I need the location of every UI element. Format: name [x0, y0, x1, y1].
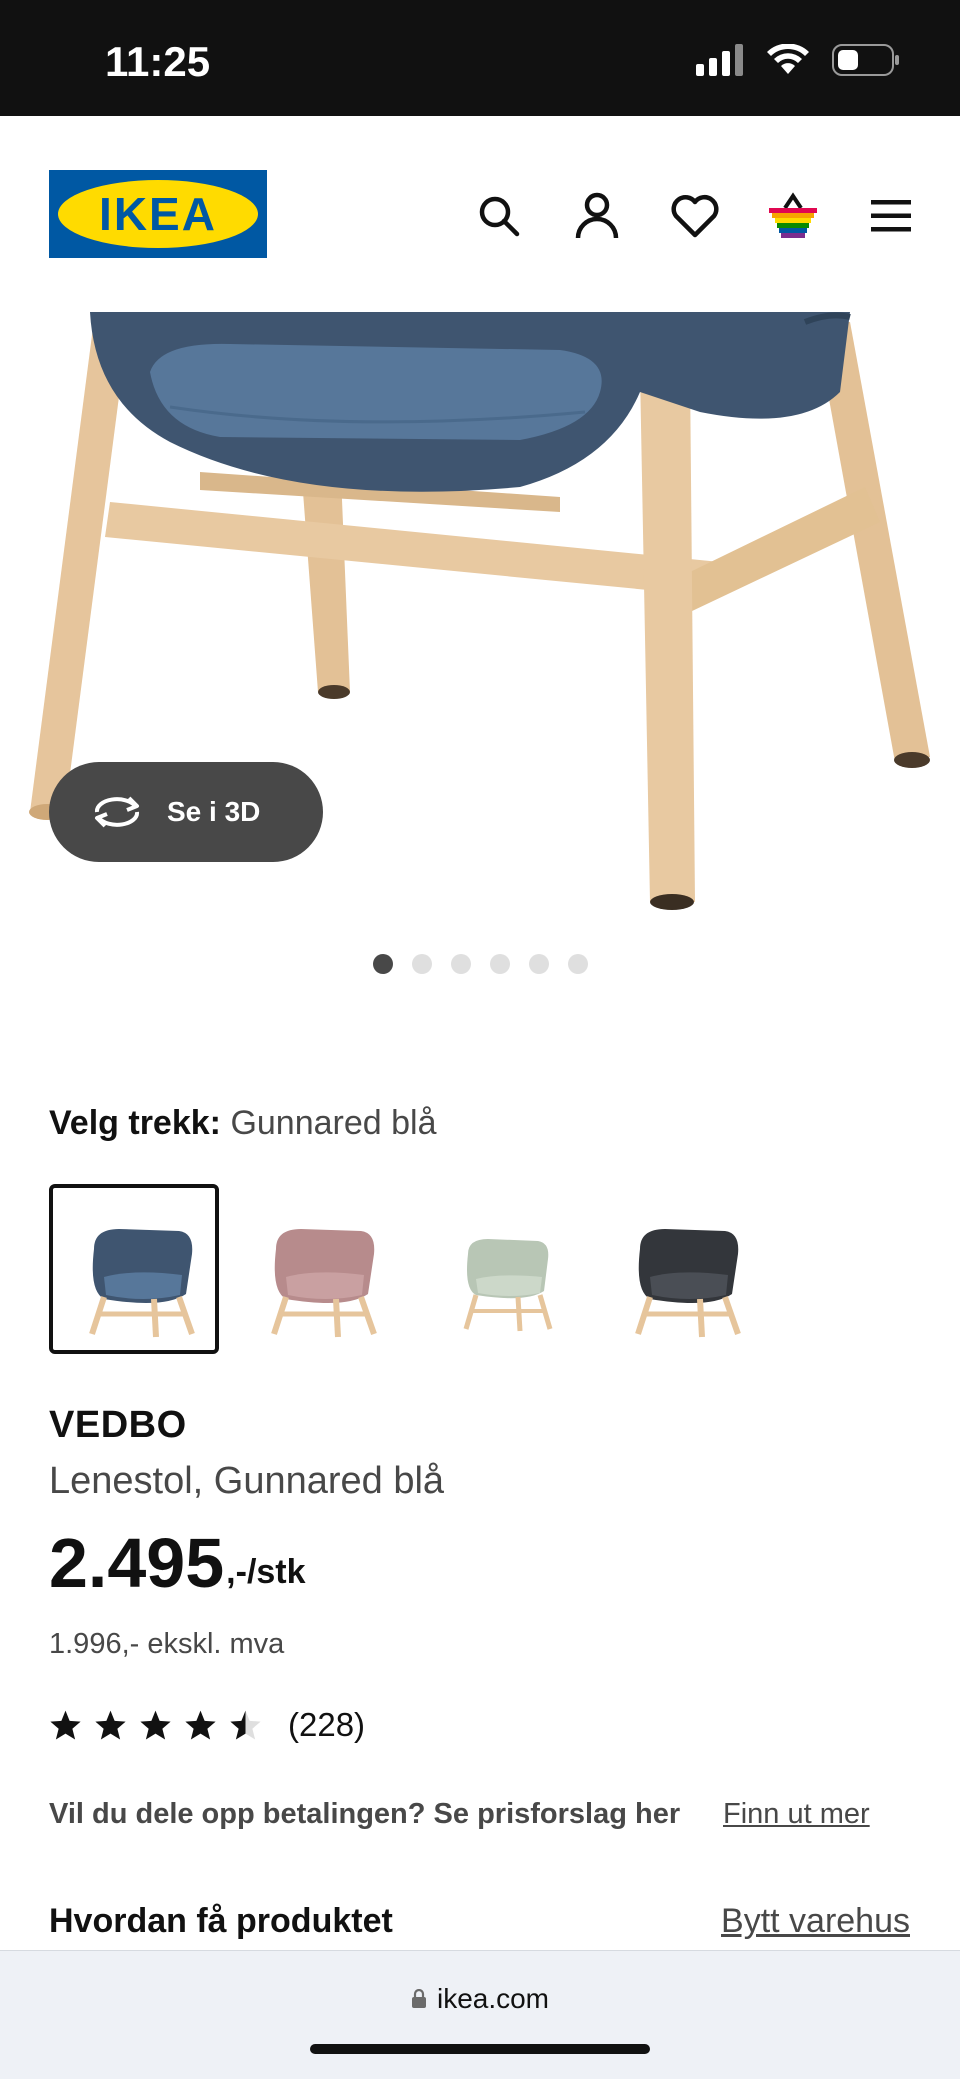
variant-swatch-green[interactable]: [413, 1184, 583, 1354]
battery-icon: [832, 44, 899, 76]
variant-swatches: [49, 1184, 765, 1354]
star-full-icon: [95, 1710, 126, 1740]
wifi-icon: [767, 44, 809, 74]
status-time: 11:25: [105, 38, 211, 85]
account-icon[interactable]: [568, 188, 626, 244]
star-full-icon: [140, 1710, 171, 1740]
change-store-link[interactable]: Bytt varehus: [721, 1902, 910, 1941]
browser-address-bar[interactable]: ikea.com: [0, 1950, 960, 2079]
variant-label: Velg trekk: Gunnared blå: [49, 1104, 436, 1143]
carousel-dot[interactable]: [411, 954, 432, 974]
rating-count: (228): [288, 1706, 366, 1743]
rating-stars: [49, 1709, 262, 1741]
menu-icon[interactable]: [862, 188, 920, 244]
rotate-3d-icon: [94, 796, 140, 828]
lock-icon: [411, 1989, 426, 2008]
url-display[interactable]: ikea.com: [0, 1983, 960, 2015]
carousel-dot[interactable]: [567, 954, 588, 974]
star-full-icon: [185, 1710, 216, 1740]
chair-thumbnail: [271, 1229, 377, 1338]
product-price: 2.495 ,-/stk: [49, 1528, 306, 1598]
status-icons: [696, 44, 900, 76]
product-description: Lenestol, Gunnared blå: [49, 1460, 445, 1502]
product-name: VEDBO: [49, 1404, 187, 1446]
price-amount: 2.495: [49, 1524, 225, 1602]
status-bar: 11:25: [0, 0, 960, 116]
view-3d-label: Se i 3D: [167, 796, 261, 827]
carousel-dot[interactable]: [372, 954, 393, 974]
variant-swatch-blue[interactable]: [49, 1184, 219, 1354]
variant-swatch-dark-grey[interactable]: [595, 1184, 765, 1354]
variant-label-title: Velg trekk:: [49, 1104, 221, 1142]
star-half-icon: [230, 1710, 261, 1740]
variant-swatch-pink[interactable]: [231, 1184, 401, 1354]
chair-thumbnail: [463, 1239, 553, 1332]
payment-split-text: Vil du dele opp betalingen? Se prisforsl…: [49, 1798, 681, 1830]
url-text: ikea.com: [436, 1983, 550, 2014]
carousel-dot[interactable]: [528, 954, 549, 974]
search-icon[interactable]: [470, 188, 528, 244]
variant-selected-value: Gunnared blå: [230, 1104, 437, 1142]
product-rating[interactable]: (228): [49, 1706, 365, 1744]
price-suffix: ,-/stk: [226, 1553, 306, 1591]
header-icons: [470, 188, 920, 244]
price-ex-vat: 1.996,- ekskl. mva: [49, 1628, 285, 1660]
star-full-icon: [50, 1710, 81, 1740]
heart-icon[interactable]: [666, 188, 724, 244]
svg-text:IKEA: IKEA: [99, 188, 217, 240]
payment-more-link[interactable]: Finn ut mer: [723, 1798, 870, 1831]
delivery-title: Hvordan få produktet: [49, 1902, 393, 1940]
home-indicator[interactable]: [310, 2044, 650, 2054]
basket-icon[interactable]: [764, 188, 822, 244]
image-carousel-dots: [0, 954, 960, 974]
ikea-logo[interactable]: IKEA: [49, 170, 267, 258]
chair-thumbnail: [635, 1229, 741, 1338]
chair-thumbnail: [89, 1229, 195, 1338]
signal-icon: [696, 44, 743, 76]
view-3d-button[interactable]: Se i 3D: [49, 762, 323, 862]
carousel-dot[interactable]: [450, 954, 471, 974]
product-image[interactable]: Se i 3D: [0, 312, 960, 912]
carousel-dot[interactable]: [489, 954, 510, 974]
site-header: IKEA: [0, 116, 960, 312]
